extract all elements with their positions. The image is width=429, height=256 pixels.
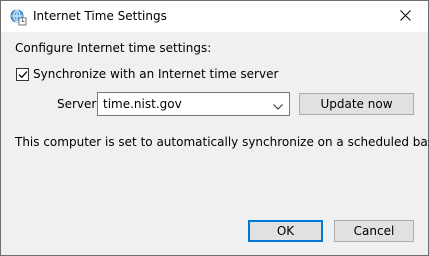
close-button[interactable]	[382, 1, 428, 32]
sync-status-text: This computer is set to automatically sy…	[15, 135, 429, 149]
internet-time-settings-dialog: Internet Time Settings Configure Interne…	[0, 0, 429, 256]
ok-button[interactable]: OK	[248, 220, 323, 242]
internet-time-icon	[9, 8, 27, 26]
window-title: Internet Time Settings	[33, 9, 167, 23]
update-now-button[interactable]: Update now	[299, 93, 414, 115]
sync-label: Synchronize with an Internet time server	[33, 67, 279, 81]
checkmark-icon	[18, 70, 27, 78]
chevron-down-icon[interactable]	[273, 100, 283, 110]
sync-option[interactable]: Synchronize with an Internet time server	[16, 67, 278, 81]
server-combobox[interactable]: time.nist.gov	[97, 92, 290, 116]
server-label: Server:	[57, 97, 101, 111]
close-icon	[399, 9, 411, 24]
settings-heading: Configure Internet time settings:	[15, 41, 212, 55]
title-bar[interactable]: Internet Time Settings	[1, 1, 428, 32]
cancel-button[interactable]: Cancel	[334, 220, 414, 242]
sync-checkbox[interactable]	[16, 67, 29, 81]
server-value[interactable]: time.nist.gov	[103, 97, 182, 111]
